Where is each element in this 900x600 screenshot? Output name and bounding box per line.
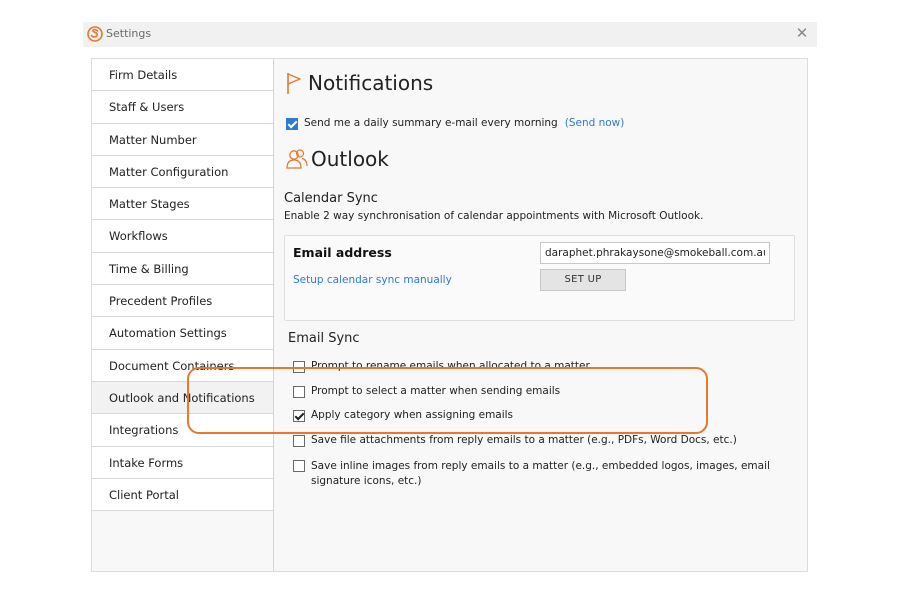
- title-bar: Settings ✕: [83, 22, 817, 47]
- sidebar-item-label: Integrations: [109, 423, 179, 438]
- save-attachments-label: Save file attachments from reply emails …: [311, 434, 737, 446]
- sidebar-item-label: Automation Settings: [109, 326, 227, 341]
- sidebar-item-intake-forms[interactable]: Intake Forms: [92, 446, 273, 479]
- sidebar-item-label: Workflows: [109, 229, 168, 244]
- sidebar-item-matter-configuration[interactable]: Matter Configuration: [92, 155, 273, 189]
- sidebar: Firm Details Staff & Users Matter Number…: [92, 59, 274, 571]
- daily-summary-checkbox[interactable]: [286, 118, 298, 130]
- save-attachments-checkbox[interactable]: [293, 435, 305, 447]
- save-inline-images-label: Save inline images from reply emails to …: [311, 460, 770, 487]
- sidebar-item-client-portal[interactable]: Client Portal: [92, 478, 273, 512]
- sidebar-item-time-billing[interactable]: Time & Billing: [92, 252, 273, 286]
- sidebar-item-label: Precedent Profiles: [109, 294, 213, 309]
- sidebar-item-label: Client Portal: [109, 487, 179, 502]
- email-address-label: Email address: [293, 245, 392, 260]
- send-now-link[interactable]: (Send now): [565, 117, 625, 129]
- calendar-sync-description: Enable 2 way synchronisation of calendar…: [284, 210, 704, 222]
- email-sync-title: Email Sync: [288, 331, 360, 346]
- sidebar-item-precedent-profiles[interactable]: Precedent Profiles: [92, 285, 273, 318]
- sidebar-item-label: Matter Configuration: [109, 164, 229, 179]
- email-address-input[interactable]: [540, 242, 770, 264]
- sidebar-item-label: Time & Billing: [109, 261, 189, 276]
- save-inline-images-checkbox[interactable]: [293, 460, 305, 472]
- outlook-header: Outlook: [286, 147, 389, 171]
- email-sync-option: Save file attachments from reply emails …: [293, 434, 737, 447]
- notifications-title: Notifications: [308, 71, 434, 95]
- flag-icon: [287, 73, 301, 94]
- sidebar-item-matter-stages[interactable]: Matter Stages: [92, 188, 273, 221]
- sidebar-item-label: Matter Stages: [109, 197, 190, 212]
- sidebar-item-label: Matter Number: [109, 132, 197, 147]
- sidebar-item-firm-details[interactable]: Firm Details: [92, 59, 273, 92]
- settings-window: Firm Details Staff & Users Matter Number…: [91, 58, 808, 572]
- settings-content: Notifications Send me a daily summary e-…: [274, 59, 807, 571]
- sidebar-item-staff-users[interactable]: Staff & Users: [92, 91, 273, 124]
- sidebar-item-label: Firm Details: [109, 68, 178, 82]
- calendar-sync-title: Calendar Sync: [284, 191, 378, 206]
- sidebar-item-automation-settings[interactable]: Automation Settings: [92, 317, 273, 350]
- email-sync-option: Save inline images from reply emails to …: [293, 459, 773, 488]
- users-icon: [286, 149, 308, 169]
- daily-summary-row: Send me a daily summary e-mail every mor…: [286, 117, 624, 130]
- window-title: Settings: [106, 27, 152, 40]
- close-icon[interactable]: ✕: [793, 24, 811, 42]
- setup-manually-link[interactable]: Setup calendar sync manually: [293, 274, 452, 286]
- sidebar-item-label: Staff & Users: [109, 100, 185, 115]
- sidebar-item-label: Intake Forms: [109, 455, 184, 470]
- notifications-header: Notifications: [286, 71, 433, 95]
- smokeball-logo-icon: [87, 26, 103, 42]
- daily-summary-label: Send me a daily summary e-mail every mor…: [304, 117, 558, 129]
- sidebar-item-workflows[interactable]: Workflows: [92, 220, 273, 253]
- highlight-annotation: [187, 367, 708, 434]
- setup-button[interactable]: SET UP: [540, 269, 626, 291]
- calendar-sync-panel: Email address Setup calendar sync manual…: [284, 235, 795, 321]
- outlook-title: Outlook: [311, 147, 389, 171]
- sidebar-item-matter-number[interactable]: Matter Number: [92, 123, 273, 156]
